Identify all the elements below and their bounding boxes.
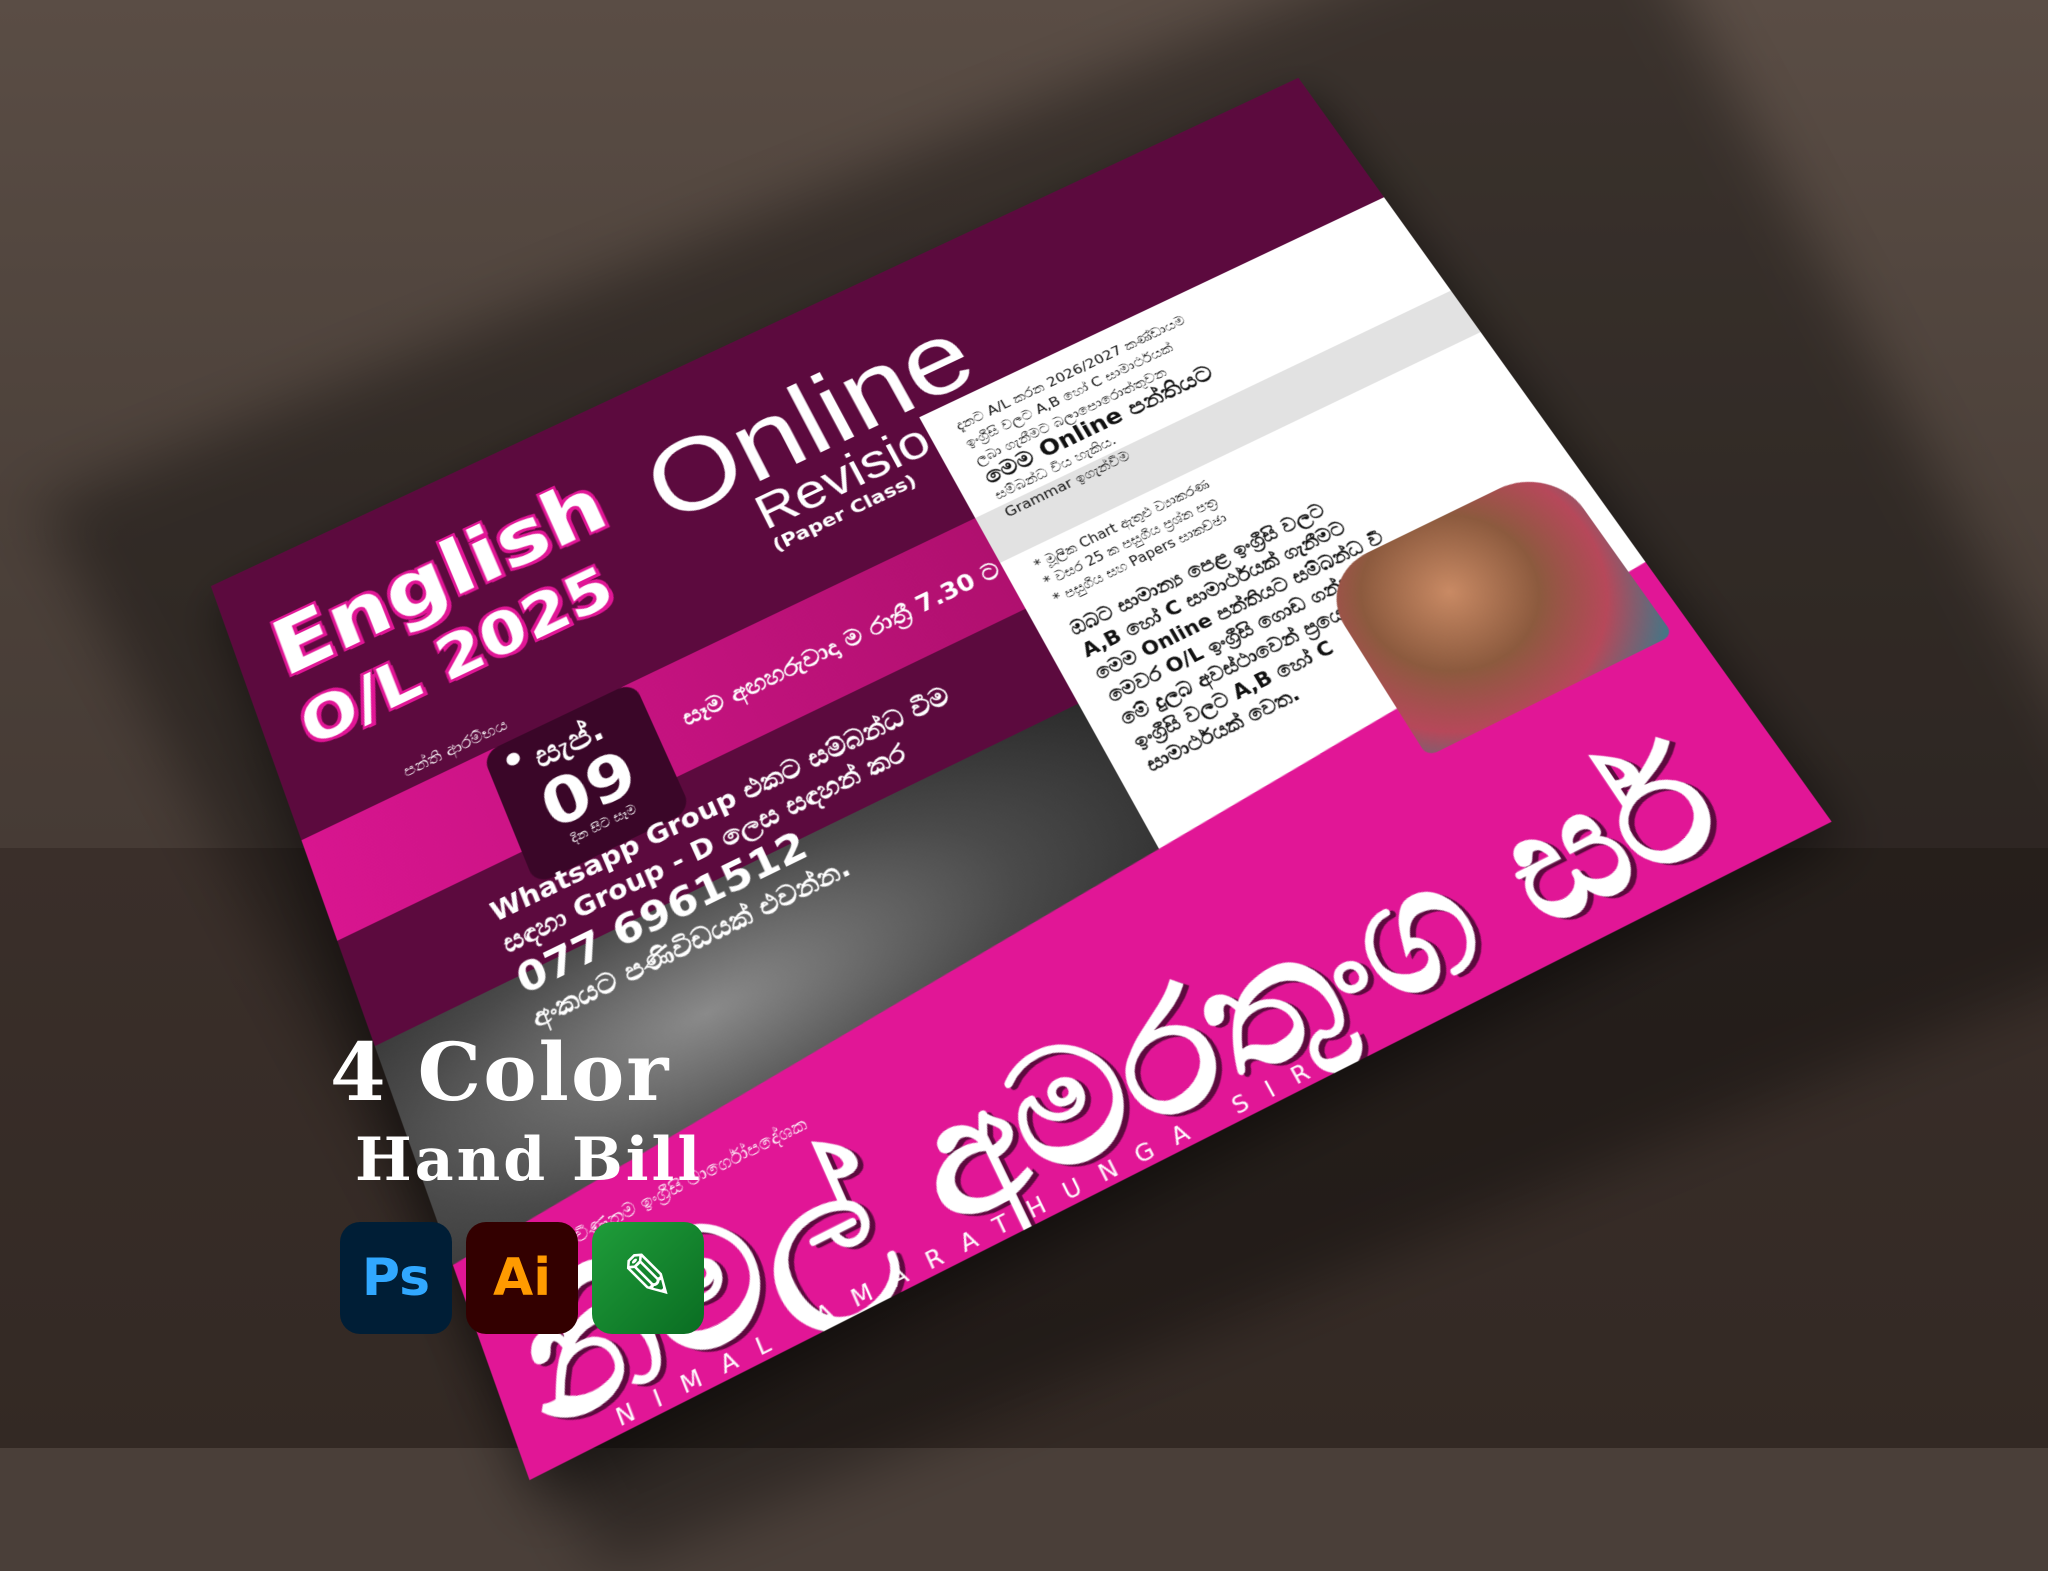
coreldraw-icon: ✎ [592,1222,704,1334]
promo-subtitle: Hand Bill [355,1125,703,1195]
photoshop-icon: Ps [340,1222,452,1334]
promo-title: 4 Color [330,1025,670,1119]
app-icons: Ps Ai ✎ [340,1222,704,1334]
illustrator-icon: Ai [466,1222,578,1334]
